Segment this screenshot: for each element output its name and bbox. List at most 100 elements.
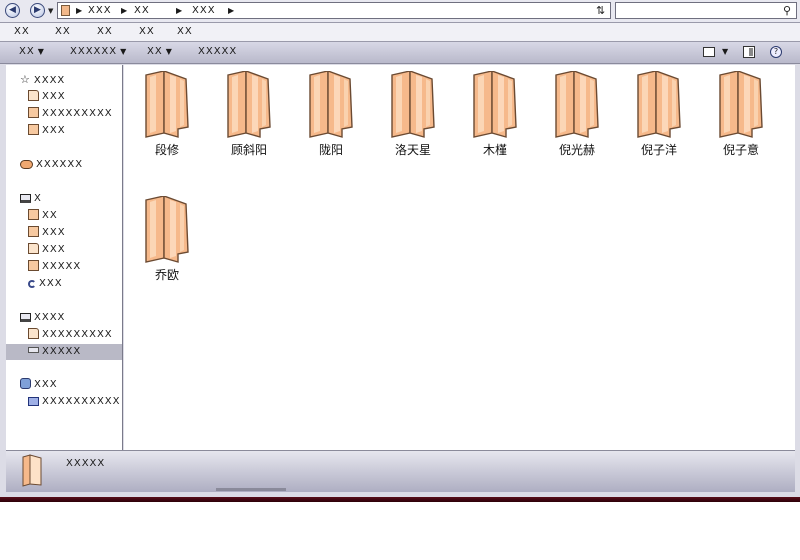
nav-favorites-item-3[interactable]: XXX xyxy=(28,123,122,139)
breadcrumb-separator-icon[interactable]: ▶ xyxy=(228,6,234,15)
menu-item-4[interactable]: XX xyxy=(139,26,155,37)
nav-network-item-1[interactable]: XXXXXXXXXX xyxy=(28,394,122,410)
nav-favorites-item-2[interactable]: XXXXXXXXX xyxy=(28,106,122,122)
chevron-down-icon: ▼ xyxy=(120,47,128,56)
nav-computer-item-2[interactable]: XXXXX xyxy=(6,344,122,360)
nav-label: XXX xyxy=(34,379,58,390)
nav-network[interactable]: XXX xyxy=(20,377,122,393)
folder-icon xyxy=(718,70,764,142)
nav-label: XXXXX xyxy=(42,346,82,357)
chevron-down-icon[interactable]: ▼ xyxy=(722,47,728,56)
recent-pages-dropdown-icon[interactable]: ▼ xyxy=(48,7,53,15)
folder-icon xyxy=(144,195,190,267)
star-icon: ☆ xyxy=(20,73,31,86)
menu-item-5[interactable]: XX xyxy=(177,26,193,37)
folder-icon xyxy=(20,454,44,491)
folder-item[interactable]: 乔欧 xyxy=(126,190,208,300)
local-disk-icon xyxy=(28,328,39,339)
nav-label: XXX xyxy=(42,227,66,238)
address-folder-icon xyxy=(61,5,70,16)
folder-label: 洛天星 xyxy=(394,143,431,157)
nav-libraries-item-3[interactable]: XXX xyxy=(28,242,122,258)
folder-icon xyxy=(226,70,272,142)
back-arrow-icon: ◀ xyxy=(9,5,16,15)
menu-item-1[interactable]: XX xyxy=(14,26,30,37)
folder-item[interactable]: 木槿 xyxy=(454,65,536,175)
taskbar-edge xyxy=(0,497,800,502)
nav-libraries-item-1[interactable]: XX xyxy=(28,208,122,224)
nav-label: XXXXXX xyxy=(36,159,84,170)
nav-label: XXXXX xyxy=(42,261,82,272)
details-pane: XXXXX xyxy=(6,450,795,492)
recent-places-icon xyxy=(28,124,39,135)
folder-item[interactable]: 陇阳 xyxy=(290,65,372,175)
folder-item[interactable]: 倪光赫 xyxy=(536,65,618,175)
share-button[interactable]: XX ▼ xyxy=(147,46,173,57)
include-label: XXXXXX xyxy=(70,46,118,57)
nav-favorites[interactable]: ☆ XXXX xyxy=(20,72,122,88)
breadcrumb-item-2[interactable]: XX xyxy=(134,5,150,16)
back-button[interactable]: ◀ xyxy=(5,3,20,18)
menu-bar: XX XX XX XX XX xyxy=(0,22,800,42)
details-scrollbar[interactable] xyxy=(216,488,286,491)
folder-icon xyxy=(636,70,682,142)
nav-label: XXX xyxy=(42,91,66,102)
homegroup-icon xyxy=(20,378,31,389)
nav-libraries[interactable]: X xyxy=(20,191,122,207)
folder-item[interactable]: 倪子意 xyxy=(700,65,782,175)
folder-label: 倪子洋 xyxy=(640,143,677,157)
forward-arrow-icon: ▶ xyxy=(34,5,41,15)
nav-libraries-item-5[interactable]: XXX xyxy=(28,276,122,292)
breadcrumb-separator-icon[interactable]: ▶ xyxy=(121,6,127,15)
forward-button[interactable]: ▶ xyxy=(30,3,45,18)
nav-computer[interactable]: XXXX xyxy=(20,310,122,326)
nav-label: XXXXXXXXX xyxy=(42,108,113,119)
nav-favorites-item-1[interactable]: XXX xyxy=(28,89,122,105)
breadcrumb-separator-icon[interactable]: ▶ xyxy=(176,6,182,15)
drive-icon xyxy=(28,347,39,353)
nav-label: X xyxy=(34,193,42,204)
view-options-icon[interactable] xyxy=(703,47,715,57)
nav-label: XXXXXXXXX xyxy=(42,329,113,340)
folder-item[interactable]: 洛天星 xyxy=(372,65,454,175)
folder-icon xyxy=(144,70,190,142)
organize-label: XX xyxy=(19,46,35,57)
chevron-down-icon: ▼ xyxy=(37,47,45,56)
libraries-icon xyxy=(20,194,31,203)
folder-item[interactable]: 段修 xyxy=(126,65,208,175)
folder-icon xyxy=(472,70,518,142)
menu-item-3[interactable]: XX xyxy=(97,26,113,37)
folder-item[interactable]: 倪子洋 xyxy=(618,65,700,175)
breadcrumb-separator-icon[interactable]: ▶ xyxy=(76,6,82,15)
folder-item[interactable]: 顾斜阳 xyxy=(208,65,290,175)
file-list: 段修 顾斜阳 陇阳 洛天星 木槿 倪光赫 倪子洋 倪子意乔欧 xyxy=(124,65,795,450)
refresh-icon[interactable]: ⇅ xyxy=(596,4,605,17)
nav-label: XXX xyxy=(42,244,66,255)
breadcrumb-item-3[interactable]: XXX xyxy=(192,5,216,16)
search-box[interactable]: ⚲ xyxy=(615,2,797,19)
nav-label: XXX xyxy=(39,278,63,289)
include-in-library-button[interactable]: XXXXXX ▼ xyxy=(70,46,127,57)
help-icon[interactable]: ? xyxy=(770,46,782,58)
address-row: ◀ ▶ ▼ ▶ XXX ▶ XX ▶ XXX ▶ ⇅ ⚲ xyxy=(0,0,800,22)
nav-label: XX xyxy=(42,210,58,221)
nav-computer-item-1[interactable]: XXXXXXXXX xyxy=(28,327,122,343)
menu-item-2[interactable]: XX xyxy=(55,26,71,37)
search-input[interactable] xyxy=(618,4,768,17)
folder-label: 倪子意 xyxy=(722,143,759,157)
music-icon xyxy=(28,280,36,288)
nav-cloud[interactable]: XXXXXX xyxy=(20,157,122,173)
address-bar[interactable]: ▶ XXX ▶ XX ▶ XXX ▶ ⇅ xyxy=(57,2,611,19)
video-icon xyxy=(28,209,39,220)
details-item-label: XXXXX xyxy=(66,458,106,469)
search-icon[interactable]: ⚲ xyxy=(783,4,791,17)
chevron-down-icon: ▼ xyxy=(165,47,173,56)
breadcrumb-item-1[interactable]: XXX xyxy=(88,5,112,16)
folder-icon xyxy=(554,70,600,142)
new-folder-button[interactable]: XXXXX xyxy=(198,46,237,57)
organize-button[interactable]: XX ▼ xyxy=(19,46,45,57)
nav-label: XXXX xyxy=(33,75,66,86)
nav-libraries-item-4[interactable]: XXXXX xyxy=(28,259,122,275)
nav-libraries-item-2[interactable]: XXX xyxy=(28,225,122,241)
preview-pane-icon[interactable] xyxy=(743,46,755,58)
